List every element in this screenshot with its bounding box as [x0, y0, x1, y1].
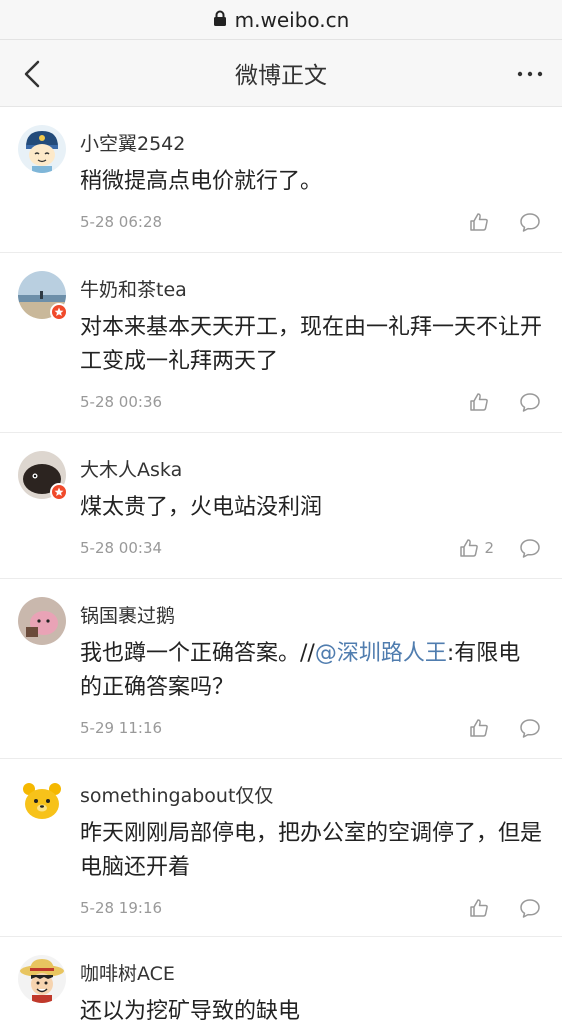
reply-button[interactable] — [518, 537, 542, 559]
comment-text-part: 我也蹲一个正确答案。// — [80, 641, 315, 666]
comment-list: 小空翼2542 稍微提高点电价就行了。 5-28 06:28 牛奶和茶tea 对… — [0, 107, 562, 1024]
comment-text: 稍微提高点电价就行了。 — [80, 169, 323, 194]
reply-button[interactable] — [518, 211, 542, 233]
comment-bubble-icon — [520, 213, 540, 232]
thumbs-up-icon — [470, 393, 488, 411]
timestamp: 5-28 00:34 — [80, 539, 163, 557]
more-dots-icon — [517, 71, 543, 77]
thumbs-up-icon — [470, 899, 488, 917]
comment-bubble-icon — [520, 393, 540, 412]
verified-badge-icon — [50, 303, 68, 321]
avatar[interactable] — [18, 777, 66, 825]
comment-text: 我也蹲一个正确答案。//@深圳路人王:有限电的正确答案吗？ — [80, 637, 542, 705]
comment-item: 牛奶和茶tea 对本来基本天天开工，现在由一礼拜一天不让开工变成一礼拜两天了 5… — [0, 253, 562, 433]
url-bar[interactable]: m.weibo.cn — [0, 0, 562, 40]
back-button[interactable] — [16, 54, 56, 94]
comment-bubble-icon — [520, 719, 540, 738]
username[interactable]: 牛奶和茶tea — [80, 275, 187, 302]
like-button[interactable] — [468, 391, 494, 413]
like-button[interactable] — [468, 717, 494, 739]
comment-item: 锅国裹过鹅 我也蹲一个正确答案。//@深圳路人王:有限电的正确答案吗？ 5-29… — [0, 579, 562, 759]
straw-hat-avatar-icon — [18, 955, 66, 1003]
timestamp: 5-28 00:36 — [80, 393, 163, 411]
comment-item: 大木人Aska 煤太贵了，火电站没利润 5-28 00:34 2 — [0, 433, 562, 579]
comment-item: 小空翼2542 稍微提高点电价就行了。 5-28 06:28 — [0, 107, 562, 253]
avatar[interactable] — [18, 271, 68, 321]
username[interactable]: 咖啡树ACE — [80, 959, 175, 986]
like-button[interactable] — [468, 211, 494, 233]
cartoon-face-avatar-icon — [18, 125, 66, 173]
yellow-bear-avatar-icon — [18, 777, 66, 825]
comment-bubble-icon — [520, 539, 540, 558]
avatar[interactable] — [18, 955, 66, 1003]
page-title: 微博正文 — [235, 63, 327, 89]
username[interactable]: 锅国裹过鹅 — [80, 601, 175, 628]
nav-bar: 微博正文 — [0, 40, 562, 107]
avatar[interactable] — [18, 125, 66, 173]
pink-character-avatar-icon — [18, 597, 66, 645]
reply-button[interactable] — [518, 391, 542, 413]
comment-item: 咖啡树ACE 还以为挖矿导致的缺电 — [0, 937, 562, 1024]
timestamp: 5-29 11:16 — [80, 719, 163, 737]
username[interactable]: 小空翼2542 — [80, 129, 185, 156]
more-button[interactable] — [512, 54, 548, 94]
lock-icon — [213, 8, 227, 32]
mention-link[interactable]: @深圳路人王 — [315, 641, 447, 666]
username[interactable]: 大木人Aska — [80, 455, 182, 482]
like-button[interactable]: 2 — [458, 537, 494, 559]
like-count: 2 — [484, 539, 494, 557]
thumbs-up-icon — [460, 539, 479, 557]
comment-text: 昨天刚刚局部停电，把办公室的空调停了，但是电脑还开着 — [80, 821, 543, 880]
reply-button[interactable] — [518, 897, 542, 919]
avatar[interactable] — [18, 451, 68, 501]
timestamp: 5-28 19:16 — [80, 899, 163, 917]
chevron-left-icon — [24, 60, 40, 88]
thumbs-up-icon — [470, 213, 488, 231]
thumbs-up-icon — [470, 719, 488, 737]
avatar[interactable] — [18, 597, 66, 645]
comment-bubble-icon — [520, 899, 540, 918]
like-button[interactable] — [468, 897, 494, 919]
url-text: m.weibo.cn — [234, 7, 350, 32]
verified-badge-icon — [50, 483, 68, 501]
reply-button[interactable] — [518, 717, 542, 739]
comment-item: somethingabout仅仅 昨天刚刚局部停电，把办公室的空调停了，但是电脑… — [0, 759, 562, 937]
username[interactable]: somethingabout仅仅 — [80, 781, 273, 808]
comment-text: 煤太贵了，火电站没利润 — [80, 495, 323, 520]
comment-text: 还以为挖矿导致的缺电 — [80, 999, 301, 1024]
comment-text: 对本来基本天天开工，现在由一礼拜一天不让开工变成一礼拜两天了 — [80, 315, 543, 374]
timestamp: 5-28 06:28 — [80, 213, 163, 231]
